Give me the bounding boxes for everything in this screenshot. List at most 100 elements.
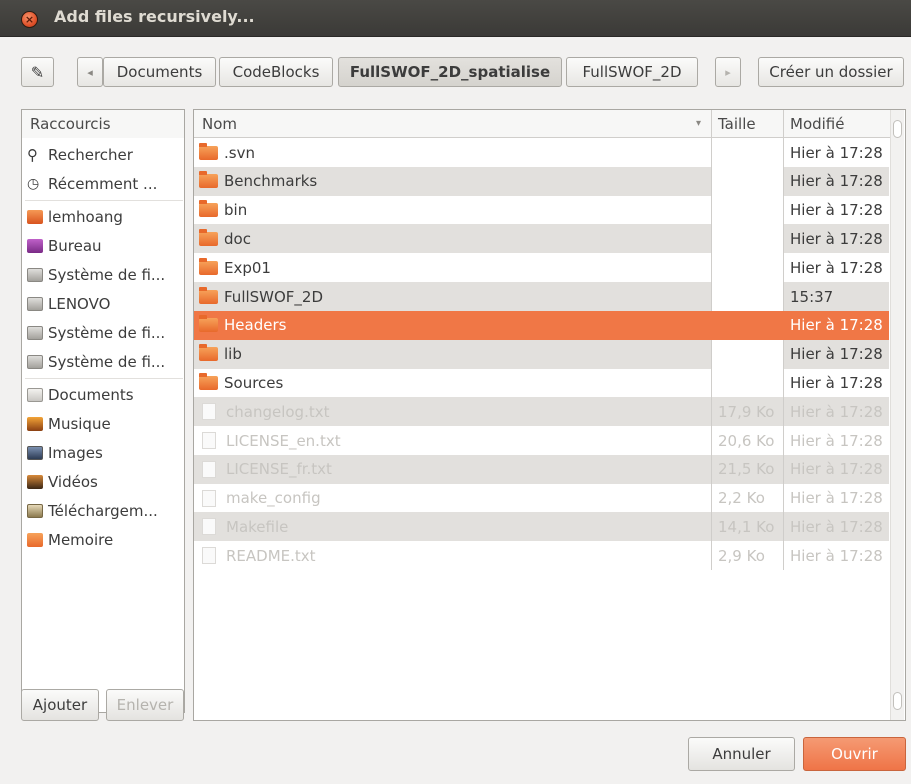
file-name: doc	[224, 229, 251, 248]
sidebar-item-documents[interactable]: Documents	[22, 380, 184, 409]
column-header-name-label: Nom	[202, 114, 238, 133]
size-cell	[711, 253, 783, 283]
sidebar-item-bureau[interactable]: Bureau	[22, 231, 184, 260]
sidebar-item-lenovo[interactable]: LENOVO	[22, 289, 184, 318]
path-back-button[interactable]: ◂	[77, 57, 103, 87]
scrollbar-top-cap[interactable]	[893, 120, 902, 138]
cancel-button[interactable]: Annuler	[688, 737, 795, 771]
path-button-documents[interactable]: Documents	[103, 57, 216, 87]
modified-cell: Hier à 17:28	[783, 253, 889, 283]
sidebar-item-label: Vidéos	[48, 472, 98, 491]
path-button-fullswof-2d-spatialise[interactable]: FullSWOF_2D_spatialise	[338, 57, 562, 87]
file-name: bin	[224, 201, 248, 220]
file-name: Sources	[224, 373, 284, 392]
folder-icon	[199, 257, 218, 275]
folder-row[interactable]: lib Hier à 17:28	[194, 339, 889, 369]
name-cell: Sources	[194, 372, 711, 392]
file-name: FullSWOF_2D	[224, 287, 324, 306]
sidebar-item-recent[interactable]: ◷ Récemment ...	[22, 169, 184, 198]
folder-row[interactable]: FullSWOF_2D 15:37	[194, 282, 889, 311]
size-cell	[711, 195, 783, 225]
file-icon	[202, 489, 216, 507]
file-icon	[202, 432, 216, 449]
path-button-fullswof-2d[interactable]: FullSWOF_2D	[566, 57, 698, 87]
folder-row[interactable]: .svn Hier à 17:28	[194, 138, 889, 167]
size-cell	[711, 310, 783, 340]
modified-cell: 15:37	[783, 282, 889, 311]
column-header-name[interactable]: Nom ▾	[194, 110, 711, 138]
folder-row[interactable]: Headers Hier à 17:28	[194, 310, 889, 340]
column-header-modified[interactable]: Modifié	[783, 110, 890, 138]
name-cell: LICENSE_en.txt	[194, 432, 711, 450]
sidebar-item-musique[interactable]: Musique	[22, 409, 184, 438]
create-folder-button[interactable]: Créer un dossier	[758, 57, 904, 87]
sidebar-item-label: Rechercher	[48, 145, 133, 164]
sidebar-item-label: Téléchargem...	[48, 501, 158, 520]
sidebar-separator	[25, 378, 183, 379]
sidebar-item-filesystem-1[interactable]: Système de fi...	[22, 260, 184, 289]
size-cell	[711, 166, 783, 196]
sidebar-item-telechargements[interactable]: Téléchargem...	[22, 496, 184, 525]
modified-cell: Hier à 17:28	[783, 166, 889, 196]
path-button-codeblocks[interactable]: CodeBlocks	[219, 57, 333, 87]
window-title: Add files recursively...	[54, 7, 255, 26]
downloads-icon	[27, 503, 43, 518]
sidebar-item-images[interactable]: Images	[22, 438, 184, 467]
size-cell: 14,1 Ko	[711, 512, 783, 542]
folder-row[interactable]: Benchmarks Hier à 17:28	[194, 166, 889, 196]
add-shortcut-button[interactable]: Ajouter	[21, 689, 99, 721]
folder-icon	[199, 315, 218, 333]
file-icon	[202, 403, 216, 421]
open-button[interactable]: Ouvrir	[803, 737, 906, 771]
sidebar-item-memoire[interactable]: Memoire	[22, 525, 184, 554]
sidebar-item-label: lemhoang	[48, 207, 123, 226]
sidebar-item-filesystem-2[interactable]: Système de fi...	[22, 318, 184, 347]
scrollbar-bottom-cap[interactable]	[893, 692, 902, 710]
file-row[interactable]: README.txt 2,9 Ko Hier à 17:28	[194, 541, 889, 571]
file-name: changelog.txt	[226, 402, 330, 421]
file-row[interactable]: make_config 2,2 Ko Hier à 17:28	[194, 483, 889, 513]
name-cell: Makefile	[194, 518, 711, 536]
folder-row[interactable]: bin Hier à 17:28	[194, 195, 889, 225]
file-row[interactable]: LICENSE_en.txt 20,6 Ko Hier à 17:28	[194, 426, 889, 455]
column-header-size[interactable]: Taille	[711, 110, 783, 138]
modified-cell: Hier à 17:28	[783, 454, 889, 484]
file-name: LICENSE_fr.txt	[226, 460, 332, 479]
size-cell: 17,9 Ko	[711, 397, 783, 427]
name-cell: make_config	[194, 489, 711, 507]
sidebar-item-label: Documents	[48, 385, 134, 404]
folder-icon	[199, 200, 218, 218]
size-cell: 21,5 Ko	[711, 454, 783, 484]
folder-row[interactable]: doc Hier à 17:28	[194, 224, 889, 254]
folder-icon	[199, 372, 218, 390]
file-chooser-dialog: ✎ ◂ Documents CodeBlocks FullSWOF_2D_spa…	[0, 37, 911, 784]
remove-shortcut-button[interactable]: Enlever	[106, 689, 184, 721]
file-name: .svn	[224, 143, 255, 162]
edit-location-button[interactable]: ✎	[21, 57, 54, 87]
file-row[interactable]: changelog.txt 17,9 Ko Hier à 17:28	[194, 397, 889, 427]
folder-row[interactable]: Sources Hier à 17:28	[194, 368, 889, 398]
name-cell: lib	[194, 344, 711, 364]
drive-icon	[27, 354, 43, 369]
close-icon[interactable]: ×	[21, 11, 38, 28]
name-cell: .svn	[194, 142, 711, 162]
folder-icon	[199, 286, 218, 304]
vertical-scrollbar[interactable]	[890, 110, 904, 720]
file-row[interactable]: Makefile 14,1 Ko Hier à 17:28	[194, 512, 889, 542]
sidebar-item-filesystem-3[interactable]: Système de fi...	[22, 347, 184, 376]
size-cell	[711, 339, 783, 369]
file-name: lib	[224, 345, 242, 364]
folder-row[interactable]: Exp01 Hier à 17:28	[194, 253, 889, 283]
sidebar-item-search[interactable]: ⚲ Rechercher	[22, 140, 184, 169]
name-cell: LICENSE_fr.txt	[194, 460, 711, 478]
sidebar-item-lemhoang[interactable]: lemhoang	[22, 202, 184, 231]
sidebar-item-videos[interactable]: Vidéos	[22, 467, 184, 496]
file-list: Nom ▾ Taille Modifié .svn Hier à 17:28 Ben…	[193, 109, 906, 721]
path-forward-button[interactable]: ▸	[715, 57, 741, 87]
file-row[interactable]: LICENSE_fr.txt 21,5 Ko Hier à 17:28	[194, 454, 889, 484]
sidebar-item-label: Récemment ...	[48, 174, 158, 193]
sidebar-item-label: Bureau	[48, 236, 102, 255]
sidebar-item-label: Musique	[48, 414, 111, 433]
documents-icon	[27, 387, 43, 402]
sidebar-item-label: Images	[48, 443, 103, 462]
